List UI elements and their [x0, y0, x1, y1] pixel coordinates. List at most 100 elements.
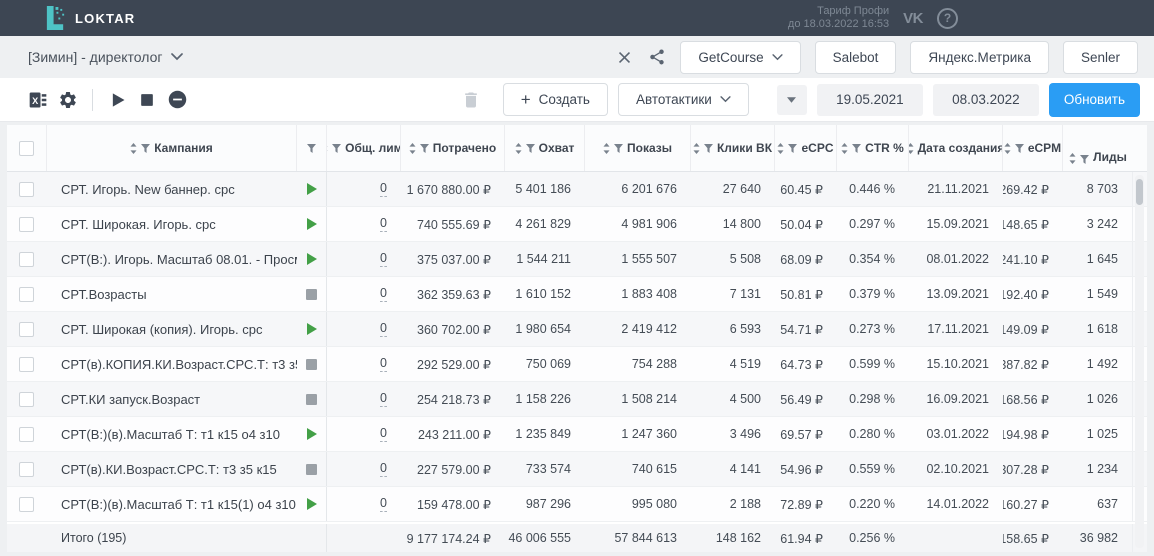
row-select-cell	[7, 172, 47, 206]
column-header-leads[interactable]: Лиды	[1063, 125, 1133, 171]
impressions-cell: 740 615	[585, 452, 691, 486]
campaign-name[interactable]: СРТ(в).КОПИЯ.КИ.Возраст.СРС.Т: т3 з5 к15	[61, 357, 297, 372]
row-checkbox[interactable]	[19, 497, 34, 512]
row-checkbox[interactable]	[19, 182, 34, 197]
refresh-button[interactable]: Обновить	[1049, 83, 1140, 117]
row-checkbox[interactable]	[19, 462, 34, 477]
row-checkbox[interactable]	[19, 357, 34, 372]
getcourse-button[interactable]: GetCourse	[680, 41, 800, 74]
stop-campaigns-icon[interactable]	[137, 90, 157, 110]
column-header-ecpc[interactable]: eCPC	[775, 125, 837, 171]
sort-icon	[130, 143, 137, 154]
leads-value: 1 025	[1087, 427, 1118, 441]
excel-export-icon[interactable]: X	[28, 90, 48, 110]
row-checkbox[interactable]	[19, 252, 34, 267]
stop-icon[interactable]	[306, 289, 317, 300]
select-all-checkbox[interactable]	[19, 141, 34, 156]
help-icon[interactable]: ?	[937, 8, 958, 29]
campaign-name[interactable]: СРТ. Широкая. Игорь. cpc	[61, 217, 216, 232]
remove-circle-icon[interactable]	[167, 89, 188, 110]
ecpm-value: 241.10 ₽	[1003, 252, 1049, 267]
vertical-scrollbar[interactable]	[1135, 175, 1144, 548]
column-header-campaign[interactable]: Кампания	[47, 125, 297, 171]
campaign-name[interactable]: СРТ(в).КИ.Возраст.СРС.Т: т3 з5 к15	[61, 462, 277, 477]
ecpm-value: 387.82 ₽	[1003, 357, 1049, 372]
limit-cell: 0	[327, 207, 401, 241]
play-icon[interactable]	[307, 253, 317, 265]
row-checkbox[interactable]	[19, 287, 34, 302]
vk-icon[interactable]: VK	[903, 10, 923, 27]
limit-value[interactable]: 0	[380, 251, 387, 267]
profile-selector[interactable]: [Зимин] - директолог	[28, 49, 183, 65]
campaign-name[interactable]: СРТ(В:)(в).Масштаб Т: т1 к15 о4 з10	[61, 427, 280, 442]
impressions-value: 2 419 412	[621, 322, 677, 336]
row-checkbox[interactable]	[19, 392, 34, 407]
play-icon[interactable]	[307, 218, 317, 230]
row-checkbox[interactable]	[19, 322, 34, 337]
column-header-ctr[interactable]: CTR %	[837, 125, 909, 171]
limit-value[interactable]: 0	[380, 356, 387, 372]
date-to-input[interactable]: 08.03.2022	[933, 84, 1039, 116]
clicks-value: 6 593	[730, 322, 761, 336]
gear-icon[interactable]	[58, 90, 78, 110]
play-icon[interactable]	[307, 183, 317, 195]
row-checkbox[interactable]	[19, 217, 34, 232]
column-header-created[interactable]: Дата создания	[909, 125, 1003, 171]
campaign-name[interactable]: СРТ.КИ запуск.Возраст	[61, 392, 200, 407]
column-header-impressions[interactable]: Показы	[585, 125, 691, 171]
yandex-metrika-button[interactable]: Яндекс.Метрика	[910, 41, 1049, 74]
ecpm-cell: 192.40 ₽	[1003, 277, 1063, 311]
limit-value[interactable]: 0	[380, 181, 387, 197]
campaign-name[interactable]: СРТ. Широкая (копия). Игорь. cpc	[61, 322, 262, 337]
play-icon[interactable]	[307, 323, 317, 335]
column-header-limit[interactable]: Общ. лим.	[327, 125, 401, 171]
limit-value[interactable]: 0	[380, 391, 387, 407]
column-header-clicks[interactable]: Клики ВК	[691, 125, 775, 171]
limit-value[interactable]: 0	[380, 321, 387, 337]
ecpm-cell: 194.98 ₽	[1003, 417, 1063, 451]
total-ecpc-value: 61.94 ₽	[780, 531, 823, 546]
create-button[interactable]: + Создать	[503, 83, 608, 116]
limit-value[interactable]: 0	[380, 461, 387, 477]
scrollbar-thumb[interactable]	[1136, 179, 1143, 205]
column-header-reach[interactable]: Охват	[505, 125, 585, 171]
trash-icon[interactable]	[461, 90, 481, 110]
limit-value[interactable]: 0	[380, 286, 387, 302]
salebot-button[interactable]: Salebot	[815, 41, 897, 74]
ecpc-cell: 72.89 ₽	[775, 487, 837, 521]
column-header-status[interactable]	[297, 125, 327, 171]
stop-icon[interactable]	[306, 359, 317, 370]
limit-value[interactable]: 0	[380, 216, 387, 232]
play-icon[interactable]	[307, 498, 317, 510]
close-icon[interactable]	[615, 48, 634, 67]
limit-value[interactable]: 0	[380, 426, 387, 442]
total-empty-cell	[7, 524, 47, 552]
stop-icon[interactable]	[306, 464, 317, 475]
start-campaigns-icon[interactable]	[107, 90, 127, 110]
limit-value[interactable]: 0	[380, 496, 387, 512]
senler-button[interactable]: Senler	[1063, 41, 1138, 74]
campaign-name[interactable]: СРТ.Возрасты	[61, 287, 147, 302]
ecpc-cell: 54.71 ₽	[775, 312, 837, 346]
share-icon[interactable]	[648, 48, 666, 66]
preset-dropdown-button[interactable]	[777, 85, 807, 115]
row-checkbox[interactable]	[19, 427, 34, 442]
limit-cell: 0	[327, 242, 401, 276]
column-label: Общ. лим.	[345, 141, 401, 155]
toolbar: X + Создать Автотактики	[0, 78, 1154, 122]
play-icon[interactable]	[307, 428, 317, 440]
campaign-name[interactable]: СРТ(В:). Игорь. Масштаб 08.01. - Просмот…	[61, 252, 297, 267]
stop-icon[interactable]	[306, 394, 317, 405]
ecpm-cell: 269.42 ₽	[1003, 172, 1063, 206]
column-header-spent[interactable]: Потрачено	[401, 125, 505, 171]
filter-icon	[1080, 155, 1089, 164]
date-from-input[interactable]: 19.05.2021	[817, 84, 923, 116]
campaign-name[interactable]: СРТ. Игорь. New баннер. cpc	[61, 182, 235, 197]
filter-icon	[420, 144, 429, 153]
campaign-cell: СРТ. Игорь. New баннер. cpc	[47, 172, 297, 206]
reach-cell: 5 401 186	[505, 172, 585, 206]
campaign-name[interactable]: СРТ(В:)(в).Масштаб Т: т1 к15(1) о4 з10	[61, 497, 296, 512]
autotactics-button[interactable]: Автотактики	[618, 83, 749, 116]
impressions-cell: 1 247 360	[585, 417, 691, 451]
column-header-ecpm[interactable]: eCPM	[1003, 125, 1063, 171]
